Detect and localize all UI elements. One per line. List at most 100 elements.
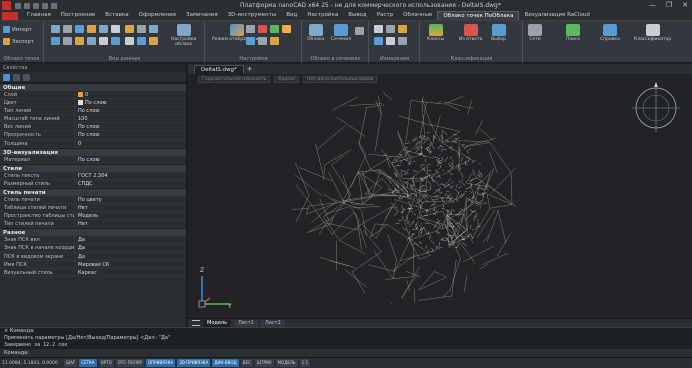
tab-raster[interactable]: Растр <box>372 11 398 20</box>
property-row[interactable]: Стиль печати По цвету <box>0 195 186 205</box>
setting-icon[interactable] <box>270 25 279 33</box>
setting-icon[interactable] <box>246 25 255 33</box>
cloud-view-icon[interactable] <box>149 25 158 33</box>
property-value[interactable]: Каркас <box>74 268 186 276</box>
property-value[interactable]: 100 <box>74 115 186 123</box>
status-toggle-button[interactable]: МОДЕЛЬ <box>275 359 298 367</box>
property-row[interactable]: Размерный стиль СПДС <box>0 179 186 188</box>
property-row[interactable]: Вес линий По слою <box>0 123 186 132</box>
undo-icon[interactable] <box>42 2 48 9</box>
command-input[interactable]: Команда: <box>0 349 692 357</box>
properties-section-header[interactable]: Разное <box>0 228 186 237</box>
cloud-view-icon[interactable] <box>87 25 96 33</box>
property-value[interactable]: По слою <box>74 107 186 115</box>
redo-icon[interactable] <box>51 2 57 9</box>
setting-icon[interactable] <box>258 25 267 33</box>
property-value[interactable]: Нет <box>74 204 186 212</box>
status-toggle-button[interactable]: ОРТО <box>98 359 114 367</box>
property-value[interactable]: Да <box>74 252 186 260</box>
layout-menu-icon[interactable] <box>192 320 200 326</box>
cloud-view-icon[interactable] <box>137 37 146 45</box>
setting-icon[interactable] <box>258 37 267 45</box>
tab-format[interactable]: Оформление <box>134 11 182 20</box>
new-tab-button[interactable]: + <box>247 65 253 74</box>
cloud-view-icon[interactable] <box>75 25 84 33</box>
status-toggle-button[interactable]: СЕТКА <box>79 359 97 367</box>
measure-tool-icon[interactable] <box>374 37 383 45</box>
property-row[interactable]: Пространство таблицы стилей печати Модель <box>0 212 186 221</box>
open-file-icon[interactable] <box>24 2 30 9</box>
property-row[interactable]: Масштаб типа линий 100 <box>0 115 186 124</box>
properties-section-header[interactable]: Общие <box>0 83 186 91</box>
toggle-pickadd-icon[interactable] <box>23 73 30 81</box>
tab-sheet1[interactable]: Лист1 <box>234 319 258 327</box>
cloud-view-icon[interactable] <box>125 25 134 33</box>
property-row[interactable]: Тип стилей печати Нет <box>0 220 186 229</box>
tab-insert[interactable]: Вставка <box>100 11 133 20</box>
application-menu-button[interactable] <box>2 12 18 20</box>
property-value[interactable]: 0 <box>74 139 186 147</box>
maximize-button[interactable]: ❐ <box>666 1 672 9</box>
sections-button[interactable]: Сечения <box>331 24 351 42</box>
cloud-view-icon[interactable] <box>111 25 120 33</box>
quick-select-icon[interactable] <box>13 73 20 81</box>
select-button[interactable]: Выбор <box>491 24 506 42</box>
property-value[interactable]: ГОСТ 2.304 <box>74 171 186 179</box>
classifier-button[interactable]: Классификатор <box>634 24 671 42</box>
status-toggle-button[interactable]: 3D-ПРИВЯЗКА <box>177 359 211 367</box>
property-row[interactable]: Толщина 0 <box>0 139 186 148</box>
property-value[interactable]: СПДС <box>74 179 186 187</box>
networks-button[interactable]: Сети <box>528 24 542 42</box>
properties-section-header[interactable]: 3D-визуализация <box>0 147 186 156</box>
property-row[interactable]: Знак ПСК вкл Да <box>0 236 186 245</box>
status-toggle-button[interactable]: ШТРИХ <box>254 359 274 367</box>
tab-view[interactable]: Вид <box>281 11 302 20</box>
tab-sheet2[interactable]: Лист2 <box>260 319 285 327</box>
property-row[interactable]: Прозрачность По слою <box>0 131 186 140</box>
new-file-icon[interactable] <box>15 2 21 9</box>
property-row[interactable]: Материал По слою <box>0 155 186 164</box>
cloud-view-icon[interactable] <box>51 37 60 45</box>
export-button[interactable]: Экспорт <box>3 38 34 45</box>
cloud-view-icon[interactable] <box>63 25 72 33</box>
property-value[interactable]: Да <box>74 236 186 244</box>
status-toggle-button[interactable]: 1:1 <box>299 359 311 367</box>
cloud-view-icon[interactable] <box>125 37 134 45</box>
property-value[interactable]: Мировая СК <box>74 260 186 268</box>
cloud-view-icon[interactable] <box>75 37 84 45</box>
property-row[interactable]: Таблица стилей печати Нет <box>0 204 186 213</box>
cloud-view-icon[interactable] <box>99 25 108 33</box>
tab-model[interactable]: Модель <box>203 319 232 327</box>
cloud-view-icon[interactable] <box>149 37 158 45</box>
drawing-viewport[interactable]: Горизонтальная плоскость Каркас Нет допо… <box>188 74 692 318</box>
property-row[interactable]: Имя ПСК Мировая СК <box>0 260 186 269</box>
tab-point-cloud[interactable]: Облако точек ПоОблака <box>437 11 520 20</box>
save-icon[interactable] <box>33 2 39 9</box>
tab-build[interactable]: Построение <box>56 11 101 20</box>
search-button[interactable]: Поиск <box>566 24 580 42</box>
cloud-view-icon[interactable] <box>99 37 108 45</box>
import-button[interactable]: Импорт <box>3 26 32 33</box>
cloud-button[interactable]: Облако <box>307 24 324 42</box>
property-row[interactable]: Стиль текста ГОСТ 2.304 <box>0 171 186 180</box>
classes-button[interactable]: Классы <box>427 24 444 42</box>
setting-icon[interactable] <box>270 37 279 45</box>
cloud-settings-button[interactable]: Настройка облака <box>171 24 196 47</box>
tab-home[interactable]: Главная <box>22 11 56 20</box>
cloud-view-icon[interactable] <box>63 37 72 45</box>
properties-section-header[interactable]: Стиль печати <box>0 187 186 196</box>
property-value[interactable]: Нет <box>74 220 186 228</box>
cloud-view-icon[interactable] <box>51 25 60 33</box>
cloud-view-icon[interactable] <box>137 25 146 33</box>
cloud-view-icon[interactable] <box>111 37 120 45</box>
select-objects-icon[interactable] <box>3 73 10 81</box>
status-toggle-button[interactable]: ВЕС <box>240 359 253 367</box>
measure-tool-icon[interactable] <box>386 25 395 33</box>
tab-3d-tools[interactable]: 3D-инструменты <box>223 11 282 20</box>
status-toggle-button[interactable]: ШАГ <box>63 359 78 367</box>
measure-tool-icon[interactable] <box>386 37 395 45</box>
property-value[interactable]: По слою <box>74 99 186 107</box>
property-row[interactable]: Цвет По слою <box>0 99 186 108</box>
property-value[interactable]: По слою <box>74 123 186 131</box>
property-value[interactable]: 0 <box>74 91 186 99</box>
